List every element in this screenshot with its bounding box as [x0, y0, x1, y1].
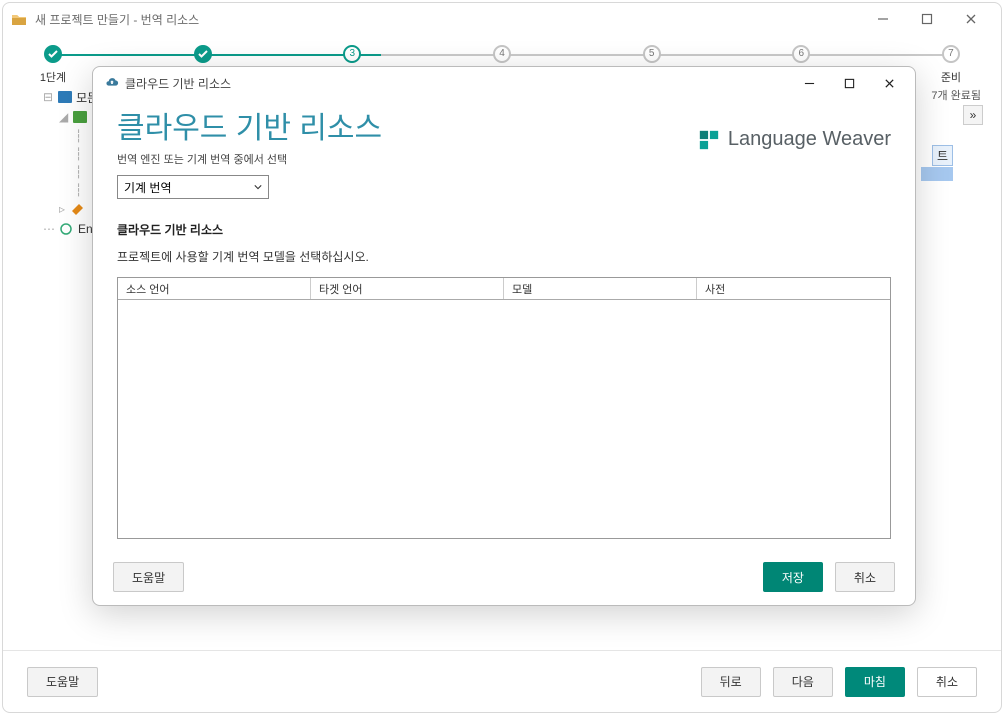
chevron-down-icon [254, 183, 262, 191]
dialog-titlebar: 클라우드 기반 리소스 [93, 67, 915, 99]
globe-icon [60, 223, 74, 235]
finish-button[interactable]: 마침 [845, 667, 905, 697]
tree-line: ⋯ [43, 222, 56, 236]
next-button[interactable]: 다음 [773, 667, 833, 697]
table-header: 소스 언어 타겟 언어 모델 사전 [118, 278, 890, 300]
col-dictionary[interactable]: 사전 [697, 278, 890, 299]
overflow-button[interactable]: » [963, 105, 983, 125]
section-title: 클라우드 기반 리소스 [117, 221, 891, 238]
main-titlebar: 새 프로젝트 만들기 - 번역 리소스 [3, 3, 1001, 35]
tree-line: ┆ [75, 183, 83, 197]
dialog-footer: 도움말 저장 취소 [93, 549, 915, 605]
settings-icon [70, 203, 84, 215]
wizard-footer: 도움말 뒤로 다음 마침 취소 [3, 650, 1001, 712]
column-header-fragment: 트 [932, 145, 953, 166]
step-7[interactable]: 7 준비 [931, 45, 971, 85]
col-target-language[interactable]: 타겟 언어 [311, 278, 504, 299]
engine-select-value: 기계 번역 [124, 179, 172, 196]
close-button[interactable] [949, 4, 993, 34]
dialog-minimize-button[interactable] [789, 69, 829, 97]
dialog-subheading: 번역 엔진 또는 기계 번역 중에서 선택 [117, 151, 891, 167]
language-weaver-icon [698, 129, 720, 151]
resource-icon [73, 111, 87, 123]
tree-toggle-icon[interactable]: ⊟ [43, 90, 54, 104]
back-button[interactable]: 뒤로 [701, 667, 761, 697]
dialog-close-button[interactable] [869, 69, 909, 97]
cloud-icon [105, 76, 119, 90]
dialog-help-button[interactable]: 도움말 [113, 562, 184, 592]
cloud-resources-dialog: 클라우드 기반 리소스 클라우드 기반 리소스 Language Weaver … [92, 66, 916, 606]
window-title: 새 프로젝트 만들기 - 번역 리소스 [35, 11, 199, 28]
completion-note: 7개 완료됨 [931, 87, 981, 103]
tree-line: ┆ [75, 129, 83, 143]
brand-logo: Language Weaver [698, 128, 891, 151]
tree-toggle-icon[interactable]: ◢ [59, 110, 69, 124]
step-1[interactable]: 1단계 [33, 45, 73, 85]
col-model[interactable]: 모델 [504, 278, 697, 299]
minimize-button[interactable] [861, 4, 905, 34]
models-table[interactable]: 소스 언어 타겟 언어 모델 사전 [117, 277, 891, 539]
app-icon [11, 11, 27, 27]
selection-fragment [921, 167, 953, 181]
dialog-title: 클라우드 기반 리소스 [125, 75, 231, 92]
brand-text: Language Weaver [728, 128, 891, 151]
col-source-language[interactable]: 소스 언어 [118, 278, 311, 299]
dialog-heading: 클라우드 기반 리소스 [117, 103, 382, 147]
engine-select[interactable]: 기계 번역 [117, 175, 269, 199]
cancel-button[interactable]: 취소 [917, 667, 977, 697]
help-button[interactable]: 도움말 [27, 667, 98, 697]
tree-line: ┆ [75, 147, 83, 161]
dialog-maximize-button[interactable] [829, 69, 869, 97]
maximize-button[interactable] [905, 4, 949, 34]
dialog-cancel-button[interactable]: 취소 [835, 562, 895, 592]
save-button[interactable]: 저장 [763, 562, 823, 592]
folder-icon [58, 91, 72, 103]
tree-toggle-icon[interactable]: ▹ [59, 202, 66, 216]
section-subtitle: 프로젝트에 사용할 기계 번역 모델을 선택하십시오. [117, 248, 891, 265]
tree-line: ┆ [75, 165, 83, 179]
